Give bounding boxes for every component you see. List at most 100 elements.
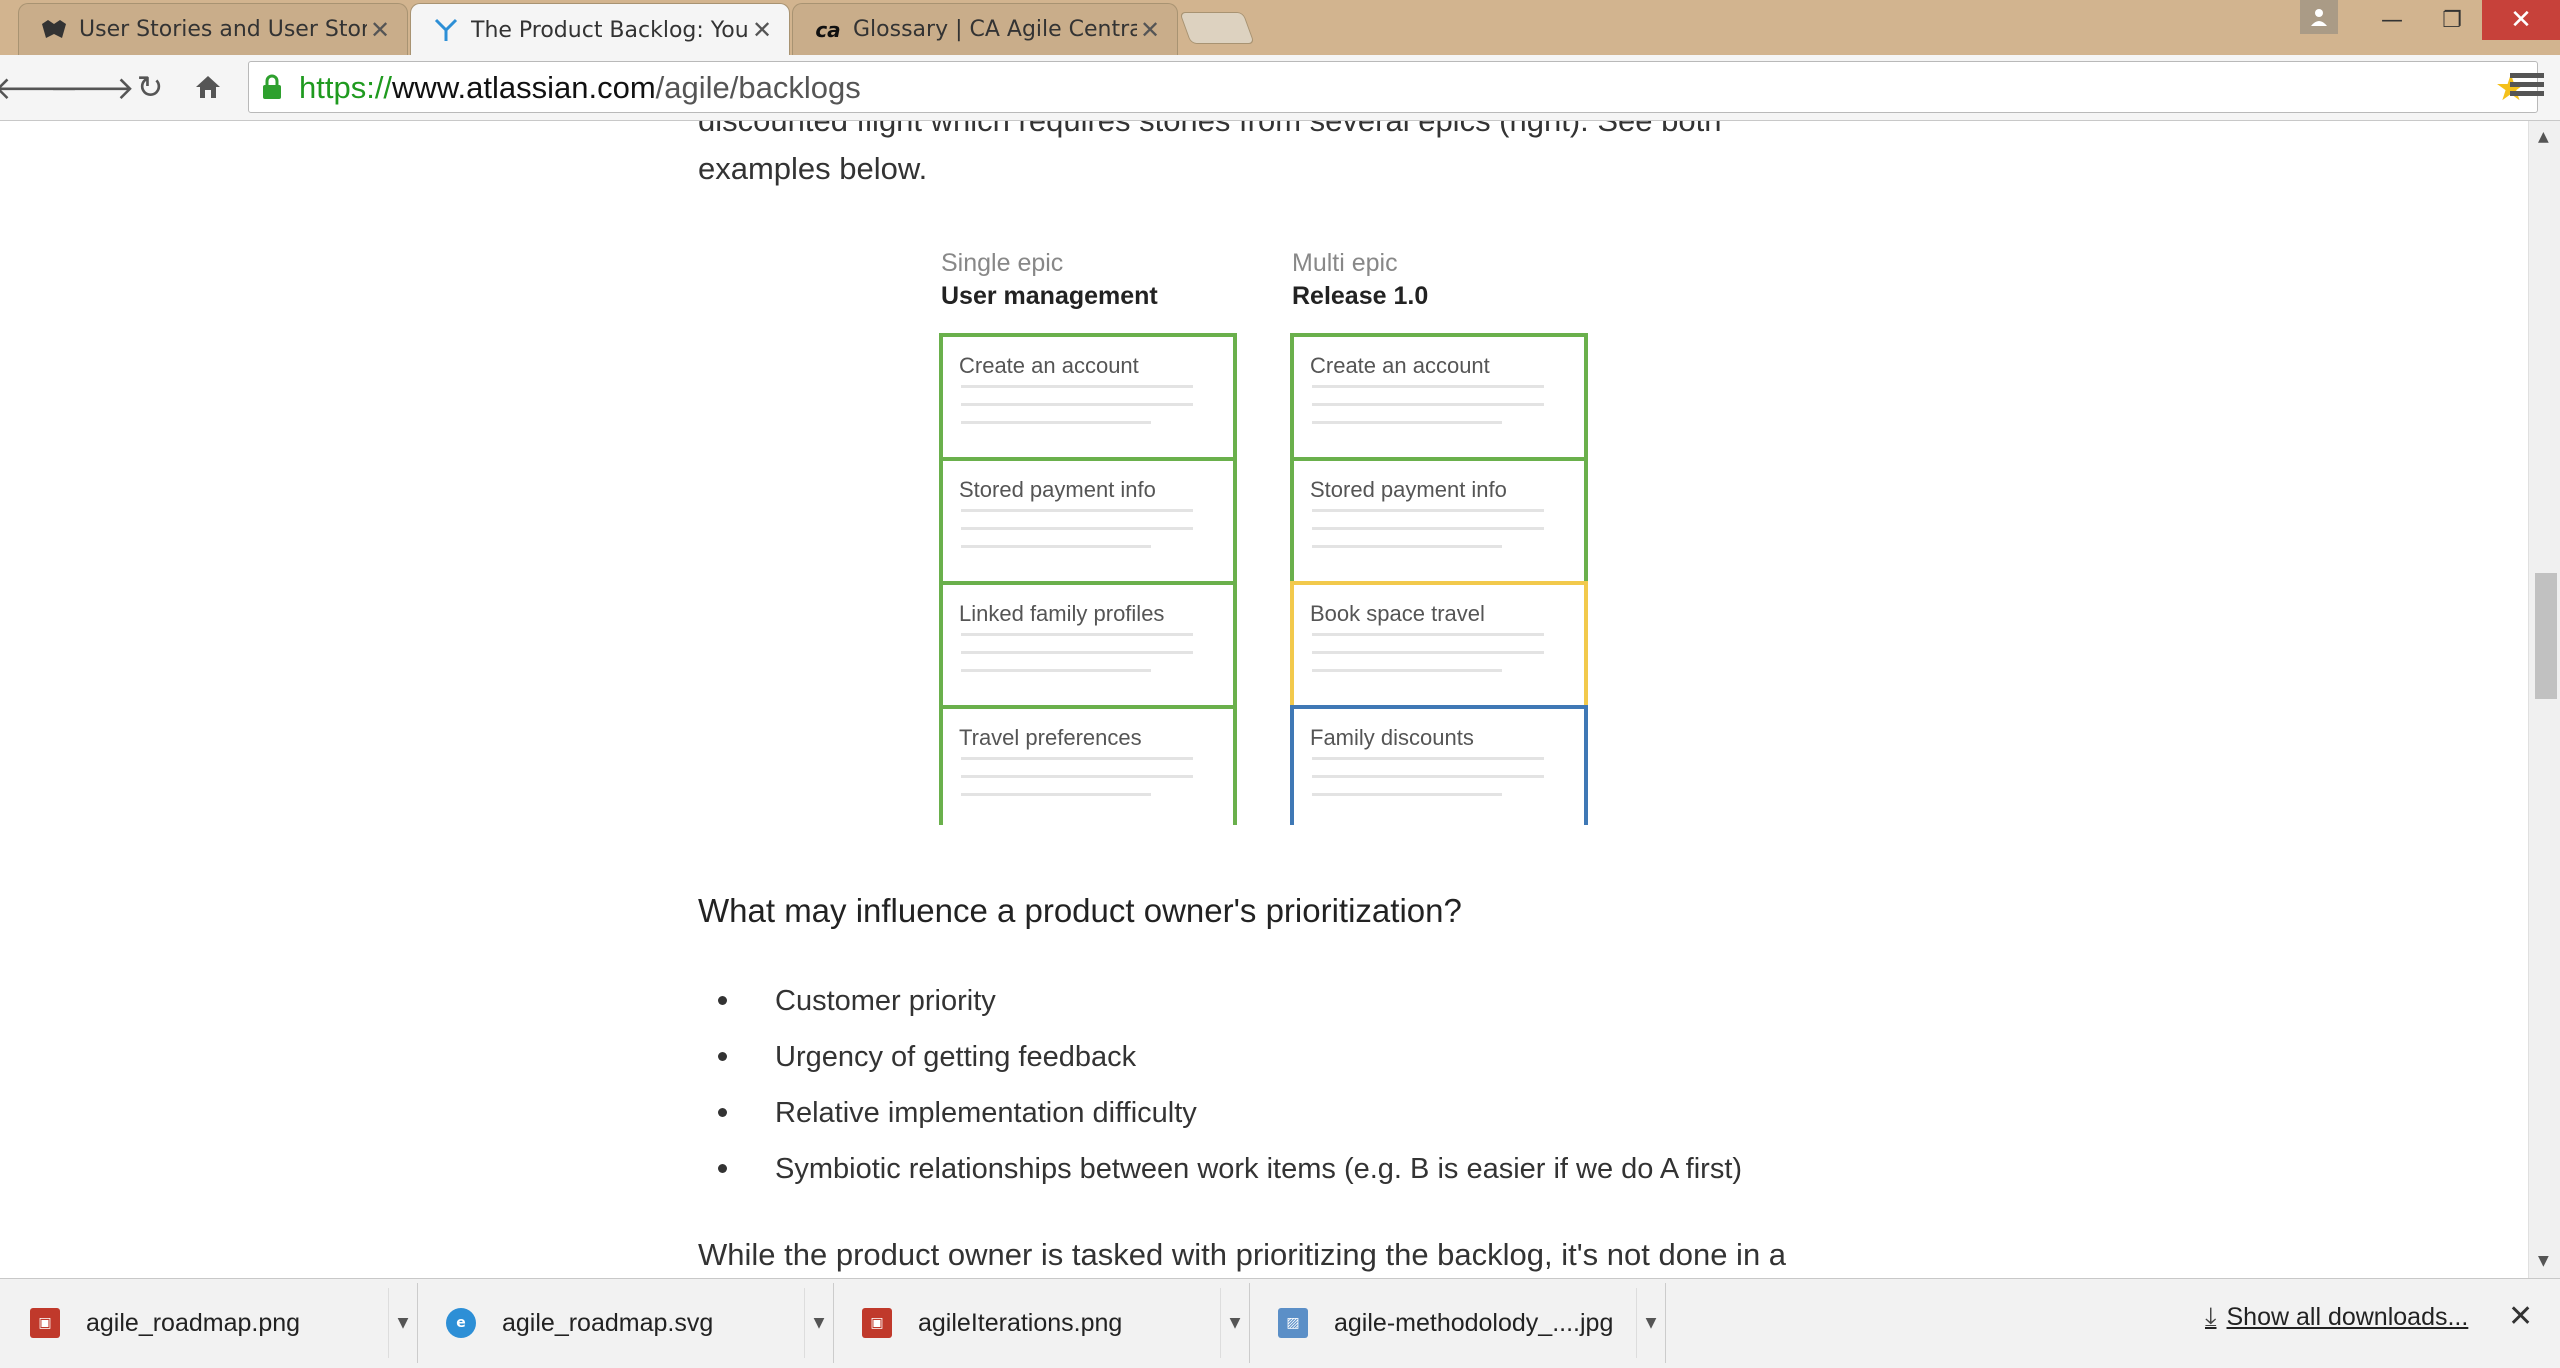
- single-epic-header: Single epic User management: [941, 249, 1158, 311]
- placeholder-line: [961, 385, 1193, 388]
- placeholder-line: [1312, 403, 1544, 406]
- forward-arrow-icon[interactable]: 🡒: [49, 65, 135, 109]
- chevron-down-icon[interactable]: ▼: [1220, 1288, 1249, 1358]
- title-bar: User Stories and User Stor ✕ The Product…: [0, 0, 2560, 56]
- intro-text-line2: examples below.: [698, 151, 928, 186]
- placeholder-line: [961, 527, 1193, 530]
- url-path: /agile/backlogs: [655, 70, 861, 105]
- download-filename: agileIterations.png: [918, 1308, 1123, 1337]
- chevron-down-icon[interactable]: ▼: [804, 1288, 833, 1358]
- list-item: Symbiotic relationships between work ite…: [698, 1144, 1742, 1200]
- user-profile-icon[interactable]: [2300, 0, 2338, 34]
- scroll-down-icon[interactable]: ▼: [2538, 1253, 2549, 1269]
- new-tab-button[interactable]: [1179, 12, 1255, 44]
- url-text: https://www.atlassian.com/agile/backlogs: [299, 70, 861, 106]
- placeholder-line: [1312, 545, 1502, 548]
- tab-close-icon[interactable]: ✕: [749, 16, 775, 44]
- placeholder-line: [1312, 775, 1544, 778]
- story-card-label: Stored payment info: [1310, 477, 1507, 502]
- bullet-icon: [718, 1052, 727, 1061]
- download-filename: agile_roadmap.svg: [502, 1308, 714, 1337]
- window-close-icon[interactable]: ✕: [2482, 0, 2560, 40]
- tab-product-backlog[interactable]: The Product Backlog: Your ✕: [410, 3, 790, 56]
- tab-close-icon[interactable]: ✕: [1137, 16, 1163, 44]
- tab-close-icon[interactable]: ✕: [367, 16, 393, 44]
- placeholder-line: [961, 775, 1193, 778]
- image-file-icon: ▣: [862, 1308, 892, 1338]
- placeholder-line: [961, 793, 1151, 796]
- list-item: Urgency of getting feedback: [698, 1032, 1742, 1088]
- story-card: Linked family profiles: [939, 581, 1237, 709]
- atlassian-icon: [431, 15, 461, 45]
- placeholder-line: [1312, 421, 1502, 424]
- closing-paragraph: While the product owner is tasked with p…: [698, 1237, 1787, 1272]
- scroll-up-icon[interactable]: ▲: [2538, 129, 2549, 145]
- list-item: Relative implementation difficulty: [698, 1088, 1742, 1144]
- download-filename: agile_roadmap.png: [86, 1308, 301, 1337]
- close-downloads-icon[interactable]: ✕: [2508, 1299, 2533, 1334]
- prioritization-list: Customer priority Urgency of getting fee…: [698, 976, 1742, 1200]
- tab-title: The Product Backlog: Your: [471, 17, 749, 43]
- single-epic-title: User management: [941, 282, 1158, 310]
- restore-icon[interactable]: ❐: [2422, 0, 2482, 40]
- show-all-downloads-link[interactable]: ⤓ Show all downloads...: [2205, 1301, 2468, 1333]
- picture-file-icon: ▨: [1278, 1308, 1308, 1338]
- story-card: Create an account: [939, 333, 1237, 461]
- wolf-icon: [39, 15, 69, 45]
- scrollbar-thumb[interactable]: [2535, 573, 2557, 699]
- download-item[interactable]: ▨ agile-methodolody_....jpg ▼: [1252, 1283, 1666, 1363]
- download-item[interactable]: ▣ agileIterations.png ▼: [836, 1283, 1250, 1363]
- story-card-label: Book space travel: [1310, 601, 1485, 626]
- placeholder-line: [961, 509, 1193, 512]
- chevron-down-icon[interactable]: ▼: [388, 1288, 417, 1358]
- vertical-scrollbar[interactable]: ▲ ▼: [2528, 121, 2560, 1278]
- show-all-downloads-label: Show all downloads...: [2226, 1302, 2469, 1331]
- image-file-icon: ▣: [30, 1308, 60, 1338]
- placeholder-line: [961, 669, 1151, 672]
- minimize-icon[interactable]: —: [2362, 0, 2422, 40]
- download-filename: agile-methodolody_....jpg: [1334, 1308, 1614, 1337]
- list-item-text: Urgency of getting feedback: [775, 1041, 1137, 1073]
- intro-text-line1: discounted flight which requires stories…: [698, 121, 1721, 145]
- story-card: Stored payment info: [1290, 457, 1588, 585]
- ca-icon: ca: [815, 17, 841, 42]
- story-card-label: Create an account: [1310, 353, 1490, 378]
- story-card: Stored payment info: [939, 457, 1237, 585]
- story-card-label: Linked family profiles: [959, 601, 1165, 626]
- placeholder-line: [961, 651, 1193, 654]
- tab-ca-glossary[interactable]: ca Glossary | CA Agile Centra ✕: [792, 3, 1178, 55]
- list-item-text: Symbiotic relationships between work ite…: [775, 1153, 1743, 1185]
- placeholder-line: [1312, 633, 1544, 636]
- story-card: Family discounts: [1290, 705, 1588, 825]
- download-item[interactable]: e agile_roadmap.svg ▼: [420, 1283, 834, 1363]
- placeholder-line: [1312, 385, 1544, 388]
- bullet-icon: [718, 1164, 727, 1173]
- download-arrow-icon: ⤓: [2205, 1301, 2217, 1331]
- ie-file-icon: e: [446, 1308, 476, 1338]
- home-icon[interactable]: [186, 65, 230, 109]
- placeholder-line: [961, 421, 1151, 424]
- list-item: Customer priority: [698, 976, 1742, 1032]
- placeholder-line: [1312, 651, 1544, 654]
- url-scheme: https://: [299, 70, 393, 105]
- download-item[interactable]: ▣ agile_roadmap.png ▼: [4, 1283, 418, 1363]
- multi-epic-title: Release 1.0: [1292, 282, 1429, 310]
- placeholder-line: [1312, 757, 1544, 760]
- list-item-text: Relative implementation difficulty: [775, 1097, 1197, 1129]
- tab-title: Glossary | CA Agile Centra: [853, 17, 1137, 42]
- story-card: Create an account: [1290, 333, 1588, 461]
- menu-icon[interactable]: [2510, 69, 2544, 103]
- address-bar[interactable]: https://www.atlassian.com/agile/backlogs…: [248, 61, 2538, 113]
- placeholder-line: [1312, 527, 1544, 530]
- multi-epic-subtitle: Multi epic: [1292, 249, 1398, 277]
- placeholder-line: [961, 545, 1151, 548]
- reload-icon[interactable]: ↻: [128, 65, 172, 109]
- placeholder-line: [1312, 793, 1502, 796]
- chevron-down-icon[interactable]: ▼: [1636, 1288, 1665, 1358]
- bullet-icon: [718, 996, 727, 1005]
- story-card: Book space travel: [1290, 581, 1588, 709]
- story-card-label: Stored payment info: [959, 477, 1156, 502]
- placeholder-line: [1312, 669, 1502, 672]
- window-controls: — ❐ ✕: [2362, 0, 2560, 40]
- tab-user-stories[interactable]: User Stories and User Stor ✕: [18, 3, 408, 55]
